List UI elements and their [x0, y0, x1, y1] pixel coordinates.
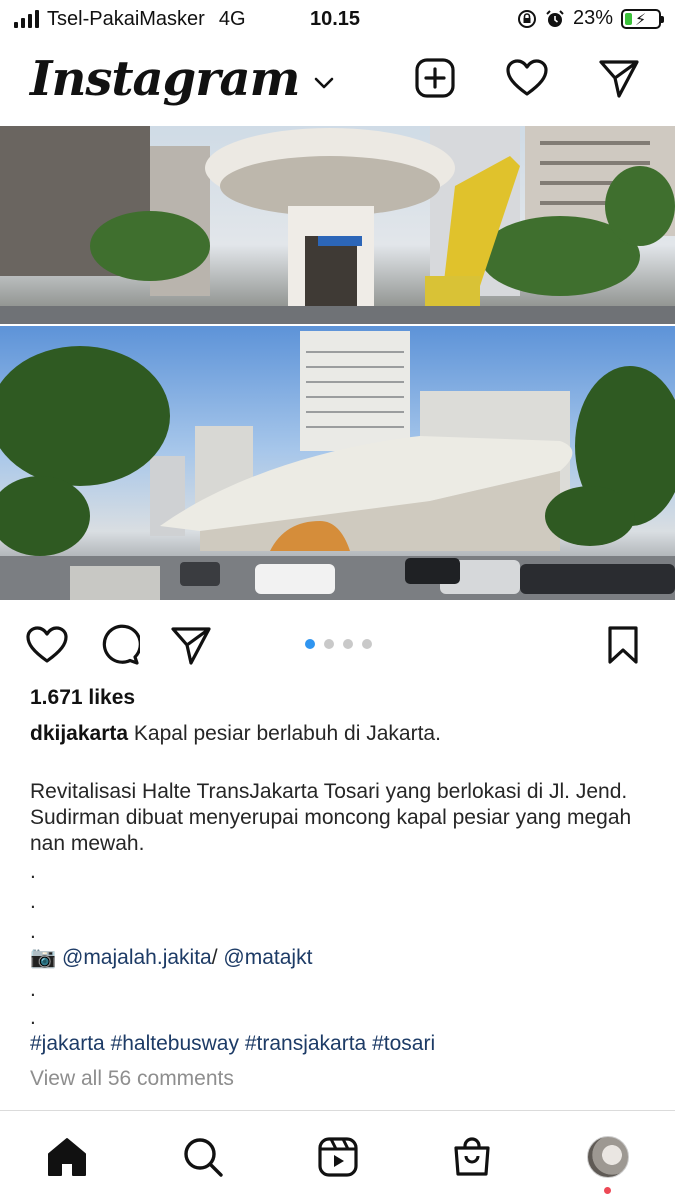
- app-header: Instagram: [0, 40, 675, 118]
- view-all-comments-link[interactable]: View all 56 comments: [30, 1067, 234, 1091]
- status-bar: Tsel-PakaiMasker 4G 10.15 23% ⚡: [0, 0, 675, 38]
- battery-icon: ⚡: [621, 8, 664, 29]
- mention-link[interactable]: @majalah.jakita: [62, 946, 212, 969]
- caption-dot: .: [30, 890, 36, 913]
- signal-icon: [14, 10, 39, 28]
- camera-icon: 📷: [30, 946, 57, 969]
- photo-credit: 📷 @majalah.jakita/ @matajkt: [30, 945, 650, 971]
- caption-dot: .: [30, 978, 36, 1001]
- notification-dot: [604, 1187, 611, 1194]
- hashtag-link[interactable]: #transjakarta: [245, 1032, 366, 1055]
- battery-percent: 23%: [572, 7, 613, 29]
- header-actions: [413, 56, 641, 100]
- hashtag-link[interactable]: #haltebusway: [111, 1032, 239, 1055]
- like-heart-icon[interactable]: [24, 622, 70, 668]
- post-actions: [0, 612, 675, 676]
- clock: 10.15: [310, 8, 361, 30]
- carousel-dot[interactable]: [343, 639, 353, 649]
- carousel-dot[interactable]: [324, 639, 334, 649]
- chevron-down-icon[interactable]: [313, 76, 335, 90]
- likes-count[interactable]: 1.671 likes: [30, 686, 135, 710]
- post-photo-bottom: [0, 326, 675, 600]
- profile-avatar[interactable]: [584, 1133, 632, 1181]
- caption-first-line: dkijakarta Kapal pesiar berlabuh di Jaka…: [30, 721, 650, 747]
- home-icon[interactable]: [43, 1133, 91, 1181]
- caption-dot: .: [30, 1006, 36, 1029]
- carousel-dot[interactable]: [305, 639, 315, 649]
- bottom-nav: [0, 1110, 675, 1200]
- reels-icon[interactable]: [314, 1133, 362, 1181]
- comment-icon[interactable]: [96, 622, 142, 668]
- post-photo-top: [0, 126, 675, 324]
- new-post-icon[interactable]: [413, 56, 457, 100]
- network-type: 4G: [218, 7, 246, 30]
- hashtag-row: #jakarta #haltebusway #transjakarta #tos…: [30, 1031, 650, 1057]
- orientation-lock-icon: [517, 9, 536, 28]
- mention-link[interactable]: @matajkt: [223, 946, 312, 969]
- alarm-icon: [546, 9, 564, 27]
- carousel-indicator: [305, 639, 372, 649]
- caption-dot: .: [30, 920, 36, 943]
- status-right: 23% ⚡: [517, 7, 664, 30]
- carousel-dot[interactable]: [362, 639, 372, 649]
- caption-body: Revitalisasi Halte TransJakarta Tosari y…: [30, 780, 632, 855]
- avatar-image: [587, 1136, 629, 1178]
- bookmark-icon[interactable]: [600, 622, 646, 668]
- carrier-name: Tsel-PakaiMasker: [47, 7, 205, 30]
- search-icon[interactable]: [179, 1133, 227, 1181]
- share-icon[interactable]: [168, 622, 214, 668]
- credit-separator: /: [211, 946, 218, 969]
- direct-message-icon[interactable]: [597, 56, 641, 100]
- heart-icon[interactable]: [505, 56, 549, 100]
- post-username[interactable]: dkijakarta: [30, 722, 128, 745]
- hashtag-link[interactable]: #tosari: [372, 1032, 435, 1055]
- instagram-logo[interactable]: Instagram: [30, 51, 300, 107]
- caption-dot: .: [30, 860, 36, 883]
- hashtag-link[interactable]: #jakarta: [30, 1032, 105, 1055]
- post-image[interactable]: [0, 126, 675, 600]
- caption-text: Kapal pesiar berlabuh di Jakarta.: [133, 722, 441, 745]
- shop-icon[interactable]: [448, 1133, 496, 1181]
